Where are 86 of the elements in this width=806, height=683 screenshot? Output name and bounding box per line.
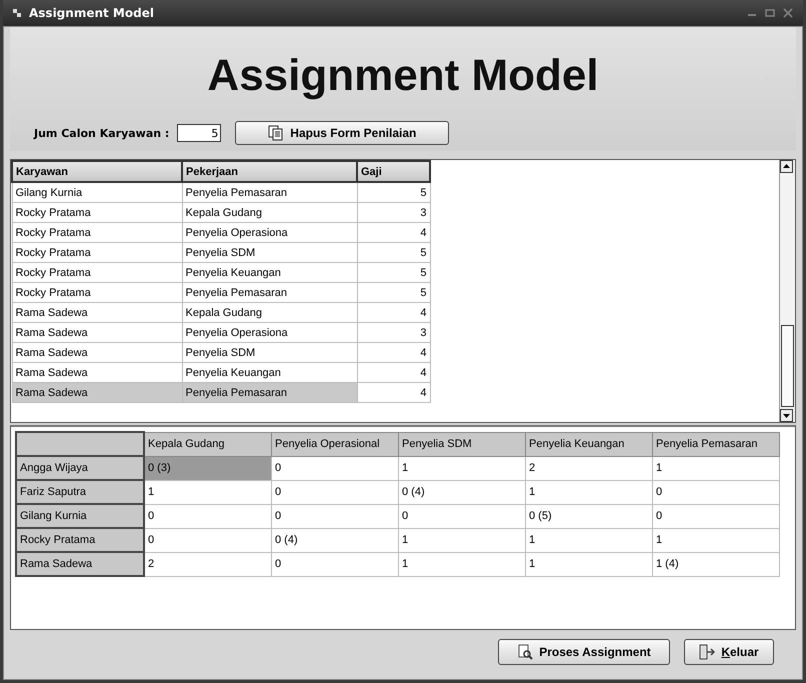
table-cell: Penyelia SDM <box>182 342 357 362</box>
table-cell[interactable]: 1 (4) <box>652 552 780 576</box>
magnifier-document-icon <box>517 644 534 660</box>
table-cell[interactable]: 0 <box>272 552 398 576</box>
row-header[interactable]: Rocky Pratama <box>16 528 144 552</box>
table-cell: 4 <box>357 382 430 402</box>
table-cell[interactable]: 1 <box>652 528 780 552</box>
documents-icon <box>268 125 284 141</box>
table-cell[interactable]: 0 <box>652 480 780 504</box>
table-cell[interactable]: 0 <box>272 456 398 480</box>
candidates-field[interactable]: 5 <box>177 124 222 142</box>
table-cell: Penyelia SDM <box>182 242 357 262</box>
column-header[interactable]: Penyelia SDM <box>398 432 526 456</box>
table-cell: Rocky Pratama <box>12 222 182 242</box>
column-header[interactable]: Pekerjaan <box>182 161 357 182</box>
table-cell[interactable]: 0 <box>144 504 272 528</box>
row-header[interactable]: Angga Wijaya <box>16 456 144 480</box>
table-cell[interactable]: 2 <box>144 552 272 576</box>
candidates-label: Jum Calon Karyawan : <box>34 126 170 140</box>
column-header[interactable]: Karyawan <box>12 161 182 182</box>
close-icon[interactable] <box>783 8 793 18</box>
table-cell[interactable]: 1 <box>398 528 526 552</box>
clear-form-button[interactable]: Hapus Form Penilaian <box>235 121 450 145</box>
table-cell: 4 <box>357 342 430 362</box>
table-cell: Gilang Kurnia <box>12 182 182 202</box>
scroll-thumb[interactable] <box>781 325 794 407</box>
table-cell[interactable]: 1 <box>652 456 780 480</box>
table-cell[interactable]: 1 <box>526 480 652 504</box>
scroll-up-icon[interactable] <box>780 160 793 173</box>
table-cell[interactable]: 0 <box>272 504 398 528</box>
column-header[interactable]: Penyelia Pemasaran <box>652 432 780 456</box>
table-cell: 5 <box>357 242 430 262</box>
table-cell[interactable]: 0 (4) <box>398 480 526 504</box>
table-cell: Rocky Pratama <box>12 202 182 222</box>
process-button[interactable]: Proses Assignment <box>498 639 670 665</box>
table-cell[interactable]: 0 (5) <box>526 504 652 528</box>
table-cell: Rocky Pratama <box>12 262 182 282</box>
row-header[interactable]: Fariz Saputra <box>16 480 144 504</box>
exit-button[interactable]: Keluar <box>684 639 774 665</box>
table-cell[interactable]: 1 <box>398 552 526 576</box>
table-cell: 3 <box>357 202 430 222</box>
column-header[interactable]: Kepala Gudang <box>144 432 272 456</box>
table-cell[interactable]: 0 <box>398 504 526 528</box>
table-cell: Penyelia Operasiona <box>182 322 357 342</box>
table-cell[interactable]: 2 <box>526 456 652 480</box>
table-cell: 4 <box>357 302 430 322</box>
table-cell[interactable]: 0 (4) <box>272 528 398 552</box>
column-header[interactable]: Penyelia Operasional <box>272 432 398 456</box>
table-cell: 5 <box>357 282 430 302</box>
row-header[interactable]: Rama Sadewa <box>16 552 144 576</box>
table-cell: Penyelia Keuangan <box>182 262 357 282</box>
table-cell: Penyelia Operasiona <box>182 222 357 242</box>
scroll-down-icon[interactable] <box>780 409 793 422</box>
window-title: Assignment Model <box>29 6 154 20</box>
app-icon <box>13 9 21 17</box>
row-header[interactable]: Gilang Kurnia <box>16 504 144 528</box>
table-cell[interactable]: 0 <box>272 480 398 504</box>
table-cell: Rama Sadewa <box>12 342 182 362</box>
table-cell: Penyelia Pemasaran <box>182 182 357 202</box>
table-cell: Penyelia Pemasaran <box>182 282 357 302</box>
scroll-bar[interactable] <box>779 160 795 422</box>
table-cell[interactable]: 0 (3) <box>144 456 272 480</box>
column-header[interactable]: Gaji <box>357 161 430 182</box>
table-cell: Kepala Gudang <box>182 202 357 222</box>
table-cell: 3 <box>357 322 430 342</box>
table-cell: Rama Sadewa <box>12 322 182 342</box>
table-cell: 4 <box>357 222 430 242</box>
table-cell: 4 <box>357 362 430 382</box>
table-cell[interactable]: 1 <box>526 528 652 552</box>
table-cell: Rama Sadewa <box>12 302 182 322</box>
column-header[interactable]: Penyelia Keuangan <box>526 432 652 456</box>
table-cell[interactable]: 1 <box>526 552 652 576</box>
maximize-icon[interactable] <box>765 8 775 18</box>
table-cell: Rama Sadewa <box>12 382 182 402</box>
table-cell[interactable]: 1 <box>144 480 272 504</box>
table-cell[interactable]: 1 <box>398 456 526 480</box>
door-exit-icon <box>699 644 716 660</box>
table-cell[interactable]: 0 <box>652 504 780 528</box>
table-cell: Rocky Pratama <box>12 242 182 262</box>
table-cell: Kepala Gudang <box>182 302 357 322</box>
table-cell[interactable]: 0 <box>144 528 272 552</box>
table-cell: Penyelia Pemasaran <box>182 382 357 402</box>
table-cell: 5 <box>357 262 430 282</box>
heading: Assignment Model <box>206 51 600 101</box>
table-cell: Rocky Pratama <box>12 282 182 302</box>
table-cell: 5 <box>357 182 430 202</box>
